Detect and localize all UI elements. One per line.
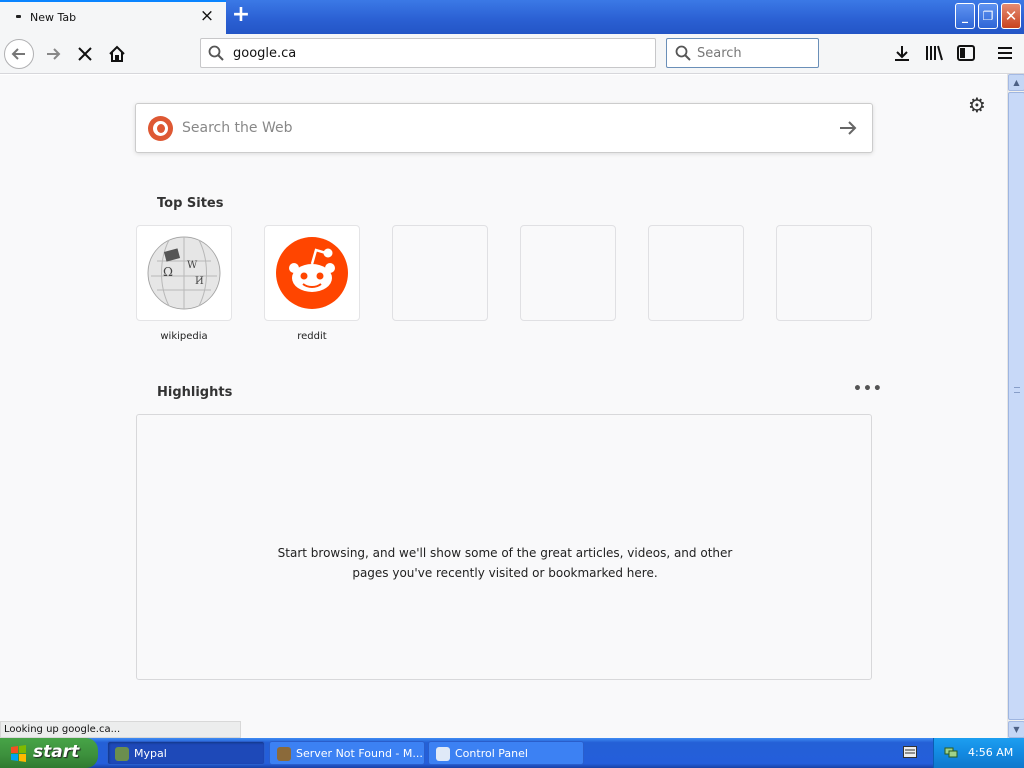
forward-arrow-icon — [47, 48, 61, 60]
taskbar-item-server-not-found[interactable]: Server Not Found - M... — [269, 741, 425, 765]
taskbar-item-label: Control Panel — [455, 747, 528, 760]
downloads-button[interactable] — [891, 42, 913, 64]
duckduckgo-logo-icon — [148, 116, 173, 141]
scrollbar-thumb[interactable] — [1008, 92, 1024, 720]
scroll-down-button[interactable]: ▼ — [1008, 721, 1024, 738]
forward-button[interactable] — [38, 39, 68, 69]
home-icon — [109, 45, 125, 62]
windows-logo-icon — [11, 745, 26, 762]
highlights-panel: Start browsing, and we'll show some of t… — [136, 414, 872, 680]
vertical-scrollbar[interactable]: ▲ ▼ — [1007, 74, 1024, 738]
start-button[interactable]: start — [0, 738, 98, 768]
browser-app-icon — [277, 747, 291, 761]
top-site-label: reddit — [297, 331, 327, 342]
title-bar: New Tab × + _ ❐ ✕ — [0, 0, 1024, 34]
top-site-tile[interactable] — [264, 225, 360, 321]
new-tab-page: ⚙ Search the Web Top Sites Ω W И wikiped… — [0, 75, 1007, 738]
control-panel-icon — [436, 747, 450, 761]
scroll-up-button[interactable]: ▲ — [1008, 74, 1024, 91]
close-window-button[interactable]: ✕ — [1001, 3, 1021, 29]
back-arrow-icon — [11, 48, 25, 60]
url-bar[interactable]: google.ca — [200, 38, 656, 68]
search-input[interactable] — [697, 44, 813, 62]
library-icon — [926, 45, 943, 61]
restore-button[interactable]: ❐ — [978, 3, 998, 29]
tab-title: New Tab — [30, 11, 77, 24]
arrow-right-icon[interactable] — [836, 116, 860, 140]
keyboard-icon[interactable] — [903, 746, 917, 758]
home-button[interactable] — [102, 39, 132, 69]
svg-text:Ω: Ω — [163, 265, 173, 279]
search-icon — [675, 45, 691, 61]
network-icon[interactable] — [944, 745, 958, 759]
taskbar-item-label: Mypal — [134, 747, 167, 760]
top-sites-heading: Top Sites — [157, 196, 224, 211]
search-icon — [208, 45, 224, 61]
web-search-placeholder: Search the Web — [182, 120, 293, 136]
hamburger-menu-icon — [998, 47, 1012, 59]
wikipedia-globe-icon: Ω W И — [147, 236, 221, 310]
top-site-empty-tile — [520, 225, 616, 321]
reddit-alien-icon — [276, 237, 348, 309]
web-search-box[interactable]: Search the Web — [135, 103, 873, 153]
menu-button[interactable] — [994, 42, 1016, 64]
highlights-empty-message: Start browsing, and we'll show some of t… — [277, 546, 733, 580]
library-button[interactable] — [923, 42, 945, 64]
stop-button[interactable] — [70, 39, 100, 69]
svg-text:И: И — [195, 276, 204, 287]
tab-favicon — [16, 15, 21, 18]
highlights-heading: Highlights — [157, 385, 233, 400]
tab-new-tab[interactable]: New Tab × — [0, 0, 226, 34]
sidebar-icon — [957, 45, 975, 61]
download-arrow-icon — [895, 46, 909, 61]
mypal-app-icon — [115, 747, 129, 761]
url-text: google.ca — [233, 46, 297, 61]
back-button[interactable] — [4, 39, 34, 69]
nav-toolbar: google.ca — [0, 34, 1024, 74]
status-bar: Looking up google.ca... — [0, 721, 241, 738]
sidebar-button[interactable] — [955, 42, 977, 64]
tab-close-icon[interactable]: × — [199, 8, 215, 25]
top-site-empty-tile — [776, 225, 872, 321]
taskbar-item-control-panel[interactable]: Control Panel — [428, 741, 584, 765]
top-site-empty-tile — [392, 225, 488, 321]
taskbar: start Mypal Server Not Found - M... Cont… — [0, 738, 1024, 768]
gear-icon[interactable]: ⚙ — [966, 94, 988, 116]
clock[interactable]: 4:56 AM — [968, 746, 1013, 759]
top-site-label: wikipedia — [160, 331, 208, 342]
more-options-icon[interactable]: ••• — [853, 381, 882, 399]
system-tray: 4:56 AM — [933, 738, 1024, 768]
taskbar-item-label: Server Not Found - M... — [296, 747, 423, 760]
top-site-empty-tile — [648, 225, 744, 321]
start-label: start — [33, 742, 80, 762]
minimize-button[interactable]: _ — [955, 3, 975, 29]
taskbar-item-mypal[interactable]: Mypal — [107, 741, 265, 765]
new-tab-button[interactable]: + — [230, 4, 252, 26]
top-site-tile[interactable]: Ω W И — [136, 225, 232, 321]
stop-x-icon — [78, 47, 92, 61]
svg-text:W: W — [187, 260, 198, 271]
search-box[interactable] — [666, 38, 819, 68]
